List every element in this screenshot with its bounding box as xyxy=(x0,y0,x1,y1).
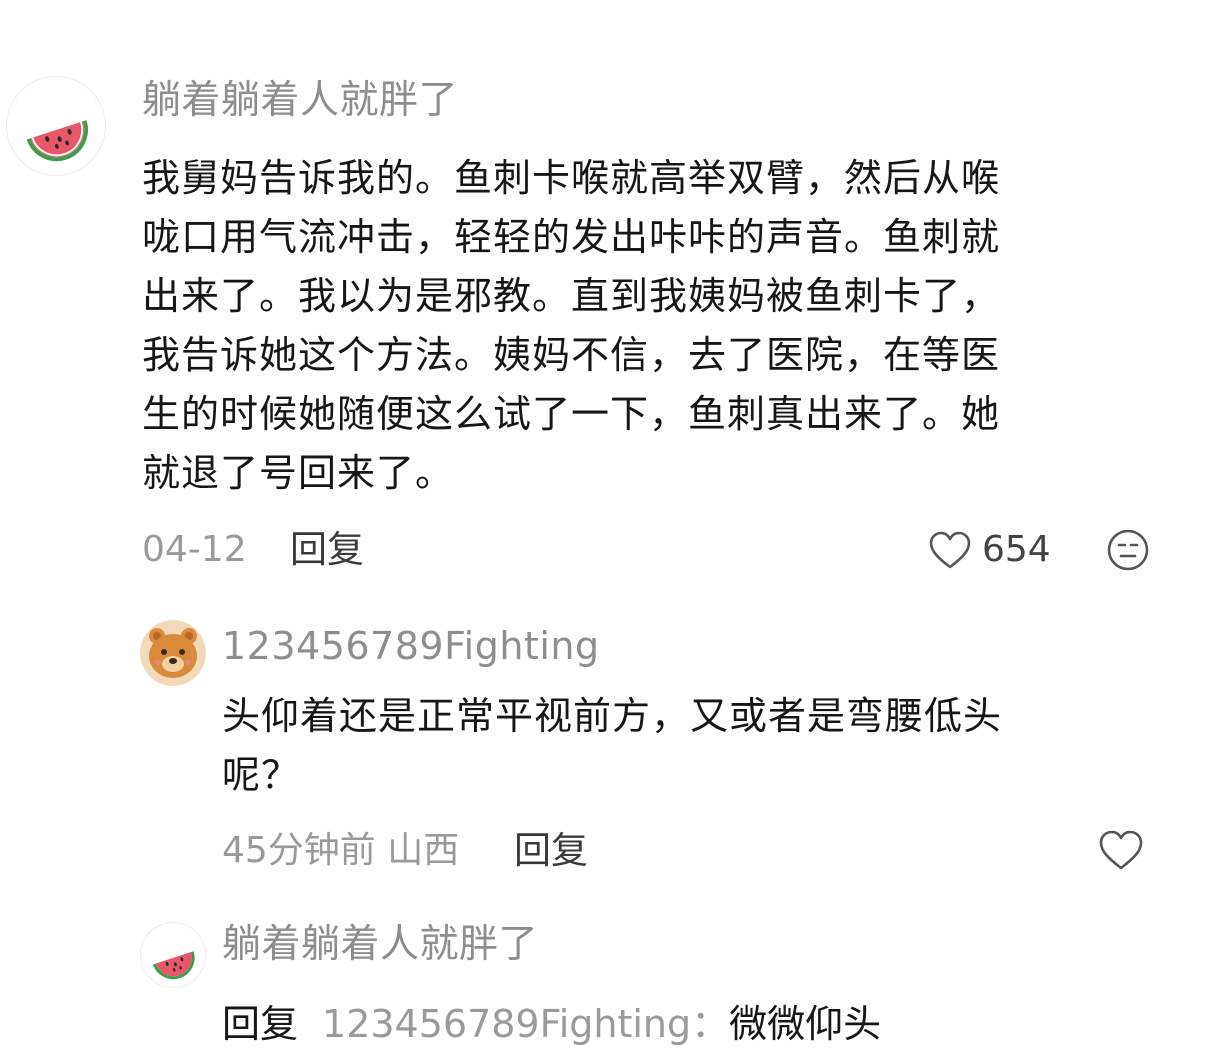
comment-username[interactable]: 躺着躺着人就胖了 xyxy=(222,922,538,968)
comment-username[interactable]: 123456789Fighting xyxy=(222,623,600,669)
comment-body: 头仰着还是正常平视前方，又或者是弯腰低头 呢？ xyxy=(222,687,1152,805)
watermelon-icon xyxy=(153,951,195,980)
comment-line: 呢？ xyxy=(222,753,301,797)
avatar[interactable] xyxy=(140,922,206,988)
comment-username[interactable]: 躺着躺着人就胖了 xyxy=(142,78,458,124)
heart-outline-icon xyxy=(929,531,971,569)
comment-line: 头仰着还是正常平视前方，又或者是弯腰低头 xyxy=(222,694,1003,738)
comment-line: 咙口用气流冲击，轻轻的发出咔咔的声音。鱼刺就 xyxy=(142,215,1001,259)
reply-target-username[interactable]: 123456789Fighting： xyxy=(322,1002,729,1046)
emoji-face-icon[interactable] xyxy=(1106,528,1150,572)
comment-line: 我舅妈告诉我的。鱼刺卡喉就高举双臂，然后从喉 xyxy=(142,156,1001,200)
comment-date: 04-12 xyxy=(142,529,247,570)
avatar[interactable] xyxy=(6,76,106,176)
comment-time-location: 45分钟前 山西 xyxy=(222,830,460,871)
comment-line: 我告诉她这个方法。姨妈不信，去了医院，在等医 xyxy=(142,333,1001,377)
like-count: 654 xyxy=(982,529,1051,570)
reply-button[interactable]: 回复 xyxy=(290,528,364,572)
comment-line: 出来了。我以为是邪教。直到我姨妈被鱼刺卡了， xyxy=(142,274,1001,318)
like-button[interactable]: 654 xyxy=(928,524,1051,576)
like-button[interactable] xyxy=(1098,829,1144,871)
watermelon-icon xyxy=(26,120,88,162)
reply-prefix: 回复 xyxy=(222,1002,299,1046)
reply-button[interactable]: 回复 xyxy=(514,829,588,873)
avatar[interactable] xyxy=(140,620,206,686)
heart-outline-icon xyxy=(1099,830,1143,870)
comment-body: 我舅妈告诉我的。鱼刺卡喉就高举双臂，然后从喉 咙口用气流冲击，轻轻的发出咔咔的声… xyxy=(142,149,1152,503)
bear-icon xyxy=(140,620,206,686)
reply-text: 微微仰头 xyxy=(729,1002,882,1046)
reply-content: 回复 123456789Fighting：微微仰头 xyxy=(222,1000,881,1048)
comment-line: 就退了号回来了。 xyxy=(142,451,455,495)
comment-line: 生的时候她随便这么试了一下，鱼刺真出来了。她 xyxy=(142,392,1001,436)
